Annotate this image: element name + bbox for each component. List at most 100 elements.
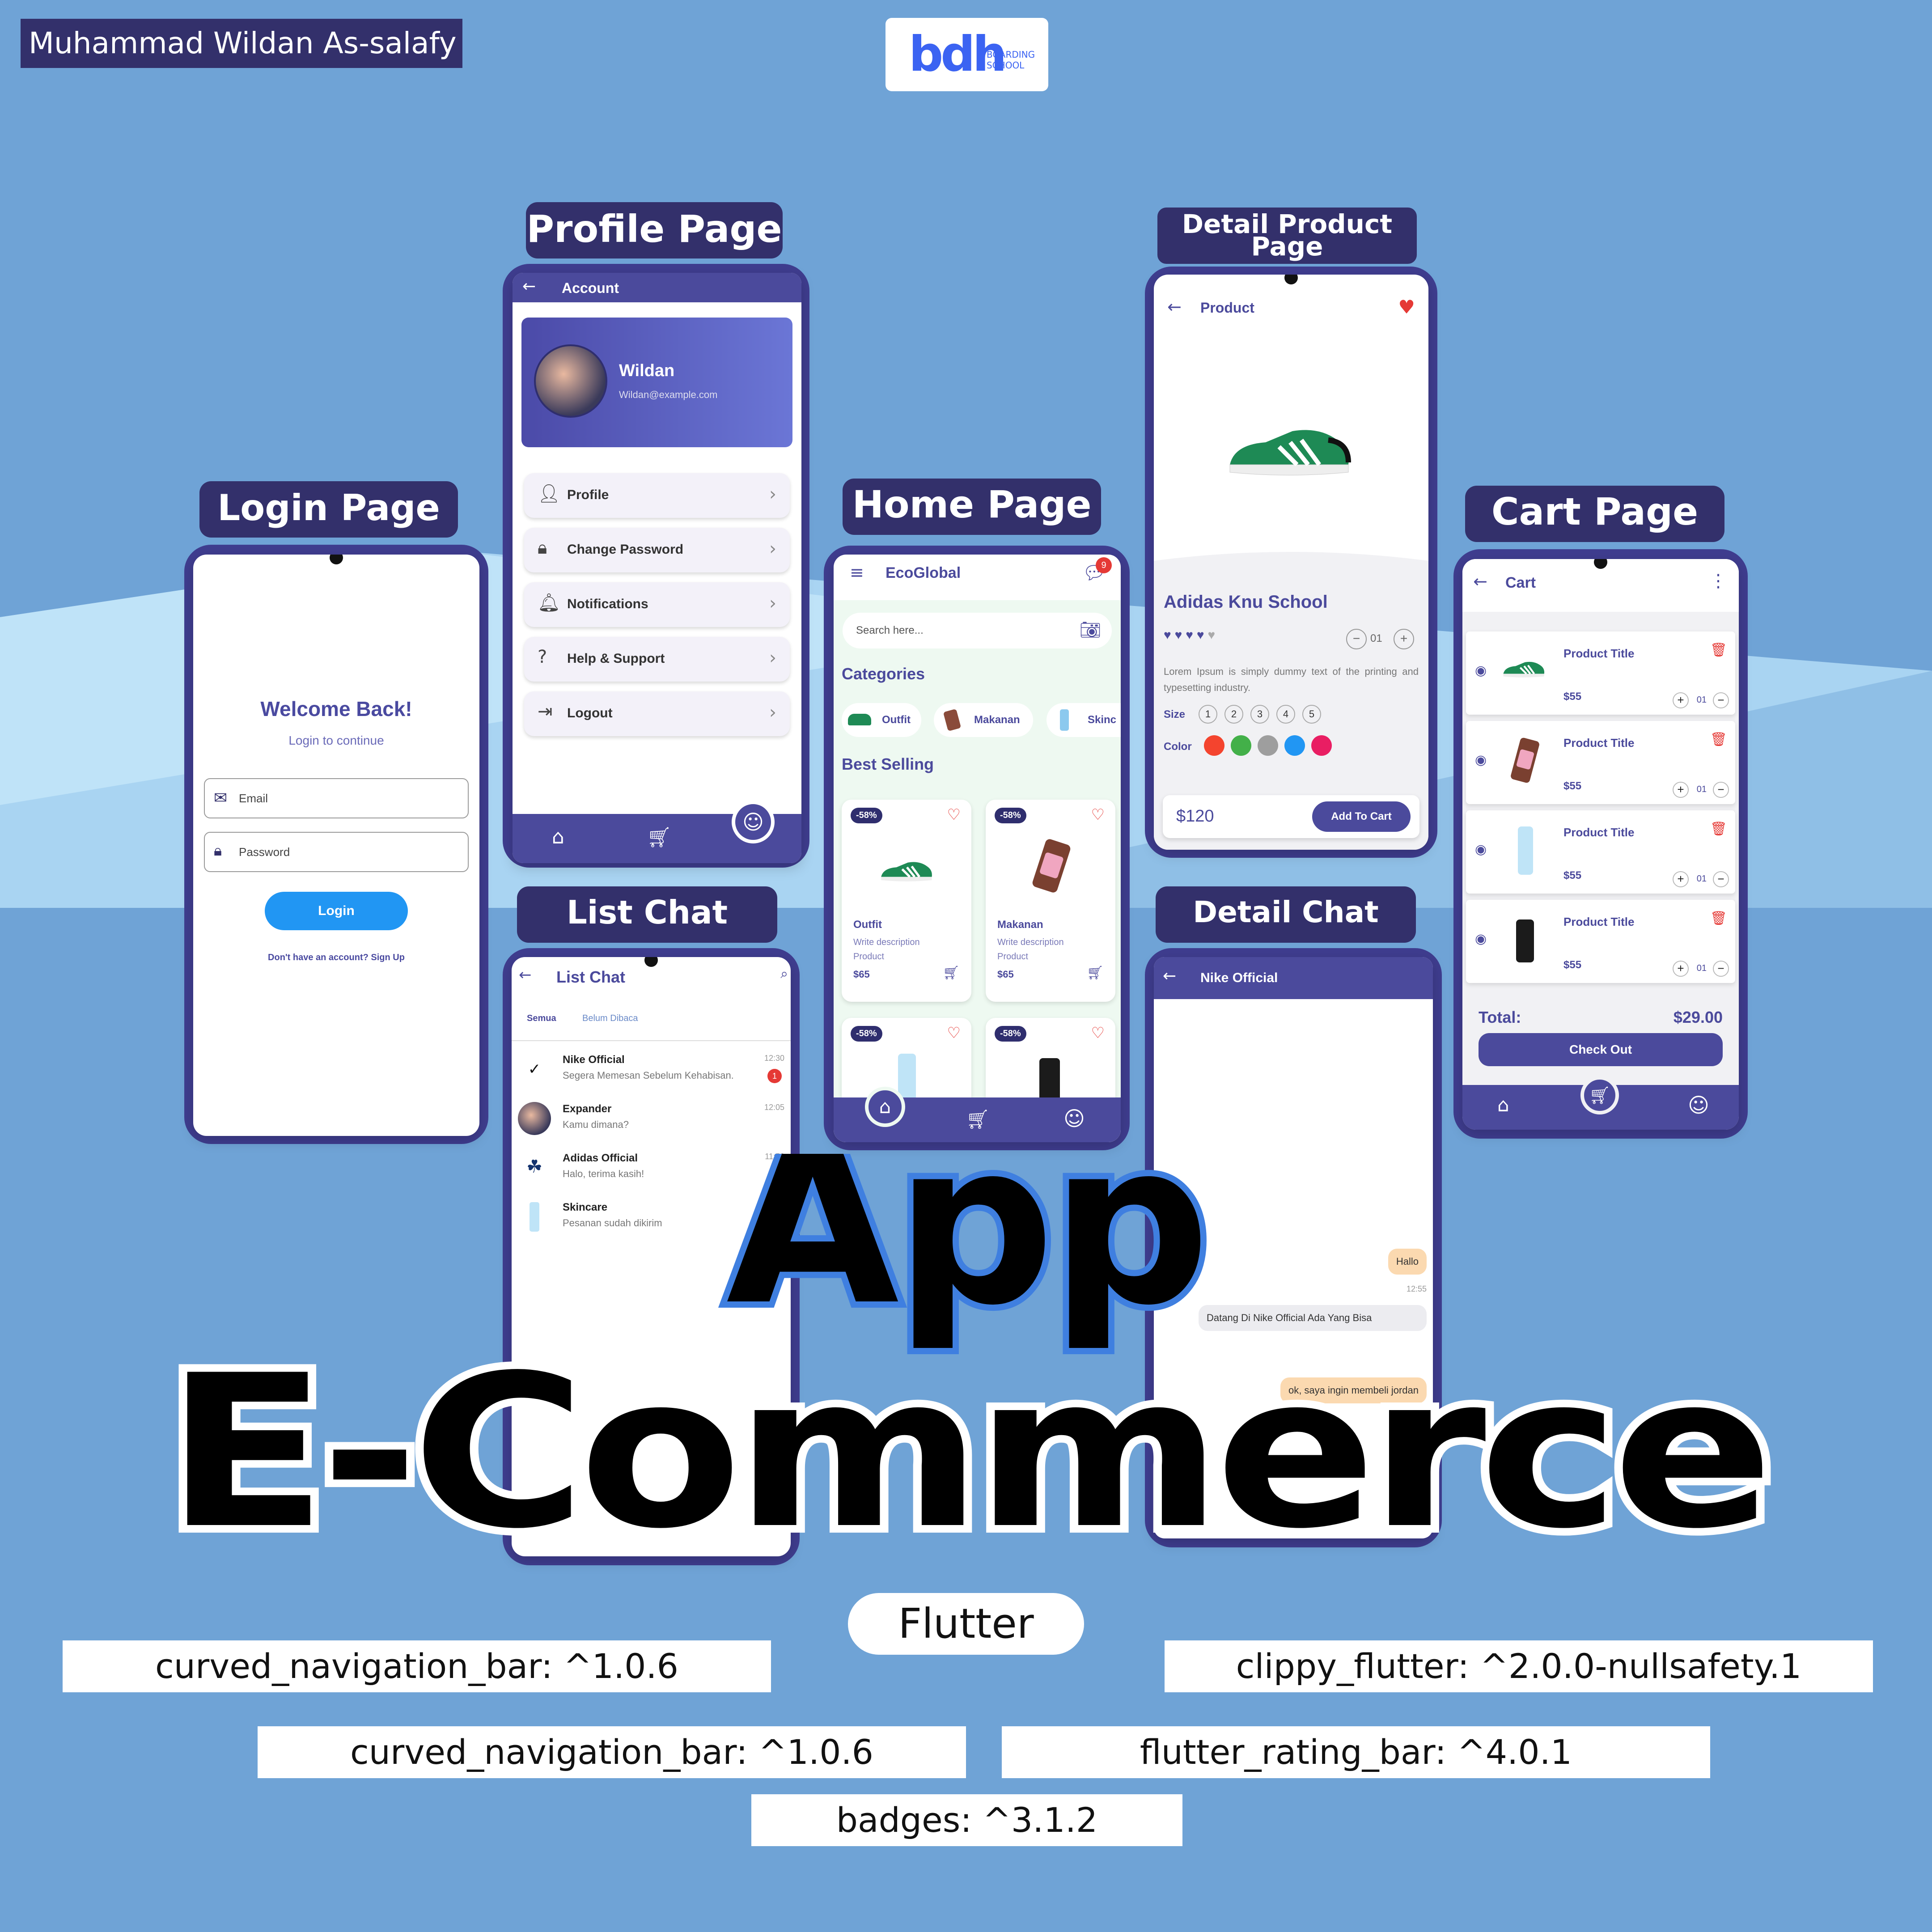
menu-item-logout[interactable]: ⇥ Logout ›: [524, 691, 790, 736]
signup-link[interactable]: Don't have an account? Sign Up: [193, 953, 479, 963]
favorite-heart-icon[interactable]: ♡: [947, 806, 961, 824]
tab-semua[interactable]: Semua: [527, 1013, 556, 1024]
camera-notch: [644, 957, 658, 967]
product-desc: Product: [997, 952, 1028, 962]
size-option[interactable]: 1: [1199, 705, 1217, 724]
color-option-red[interactable]: [1204, 735, 1224, 756]
account-icon[interactable]: ☺: [1063, 1106, 1085, 1131]
add-cart-icon[interactable]: 🛒︎: [1087, 965, 1104, 981]
login-button[interactable]: Login: [265, 892, 408, 930]
list-chat-header: List Chat: [556, 968, 626, 986]
menu-item-notifications[interactable]: 🔔︎ Notifications ›: [524, 582, 790, 627]
qty-plus-button[interactable]: +: [1673, 692, 1689, 708]
cart-item-title: Product Title: [1563, 915, 1635, 928]
favorite-heart-icon[interactable]: ♡: [1091, 1024, 1105, 1042]
password-field[interactable]: 🔒︎ Password: [204, 832, 469, 872]
size-options: 12345: [1199, 705, 1328, 724]
qty-plus-button[interactable]: +: [1673, 961, 1689, 977]
title-line2: E-Commerce: [165, 1330, 1767, 1575]
more-vert-icon[interactable]: ⋮: [1709, 571, 1727, 591]
qty-plus-button[interactable]: +: [1673, 782, 1689, 798]
qty-minus-button[interactable]: −: [1713, 782, 1729, 798]
radio-selected-icon[interactable]: ◉: [1475, 752, 1487, 768]
qty-minus-button[interactable]: −: [1346, 629, 1367, 649]
color-option-pink[interactable]: [1311, 735, 1332, 756]
lock-icon: 🔒︎: [538, 538, 547, 558]
add-cart-icon[interactable]: 🛒︎: [943, 965, 960, 981]
checkout-button[interactable]: Check Out: [1479, 1033, 1723, 1066]
email-field[interactable]: ✉ Email: [204, 778, 469, 818]
account-icon[interactable]: ☺: [1688, 1093, 1709, 1117]
radio-selected-icon[interactable]: ◉: [1475, 931, 1487, 947]
tab-belum-dibaca[interactable]: Belum Dibaca: [582, 1013, 638, 1024]
color-option-blue[interactable]: [1284, 735, 1305, 756]
category-chip-makanan[interactable]: Makanan: [934, 703, 1033, 737]
home-icon[interactable]: ⌂: [1497, 1094, 1509, 1116]
trash-icon[interactable]: 🗑︎: [1710, 642, 1727, 658]
skincare-icon: [1060, 709, 1069, 731]
bell-icon: 🔔︎: [538, 593, 560, 613]
qty-plus-button[interactable]: +: [1673, 871, 1689, 887]
back-arrow-icon[interactable]: ←: [1163, 967, 1176, 985]
favorite-heart-icon[interactable]: ♡: [947, 1024, 961, 1042]
trash-icon[interactable]: 🗑︎: [1710, 732, 1727, 747]
category-chip-skincare[interactable]: Skinc: [1046, 703, 1121, 737]
color-label: Color: [1164, 741, 1192, 753]
size-option[interactable]: 2: [1224, 705, 1243, 724]
product-card[interactable]: -58% ♡: [986, 1018, 1115, 1107]
size-option[interactable]: 5: [1302, 705, 1321, 724]
trash-icon[interactable]: 🗑︎: [1710, 911, 1727, 926]
radio-selected-icon[interactable]: ◉: [1475, 663, 1487, 678]
cart-bottom-nav: ⌂ 🛒︎ ☺: [1462, 1076, 1739, 1130]
size-option[interactable]: 4: [1276, 705, 1295, 724]
qty-plus-button[interactable]: +: [1394, 629, 1414, 649]
menu-item-change-password[interactable]: 🔒︎ Change Password ›: [524, 528, 790, 572]
snack-image: [1031, 838, 1072, 894]
qty-minus-button[interactable]: −: [1713, 692, 1729, 708]
phone-image: [1516, 919, 1534, 962]
price-bar: $120 Add To Cart: [1163, 795, 1419, 838]
product-card[interactable]: -58% ♡: [842, 1018, 971, 1107]
rating-stars[interactable]: ♥♥♥♥♥: [1164, 628, 1219, 642]
account-icon[interactable]: ☺: [732, 801, 775, 843]
detail-chat-page-label: Detail Chat Page: [1156, 886, 1416, 981]
star-icon: ♥: [1164, 628, 1175, 642]
back-arrow-icon[interactable]: ←: [522, 277, 536, 296]
color-option-grey[interactable]: [1258, 735, 1278, 756]
cart-item[interactable]: ◉ Product Title $55 🗑︎ + 01 −: [1466, 810, 1735, 894]
qty-minus-button[interactable]: −: [1713, 961, 1729, 977]
cart-icon[interactable]: 🛒︎: [966, 1108, 990, 1131]
home-icon[interactable]: ⌂: [865, 1087, 905, 1127]
cart-icon[interactable]: 🛒︎: [647, 826, 672, 849]
cart-item[interactable]: ◉ Product Title $55 🗑︎ + 01 −: [1466, 631, 1735, 715]
product-card[interactable]: -58% ♡ Makanan Write description Product…: [986, 800, 1115, 1002]
back-arrow-icon[interactable]: ←: [519, 966, 532, 984]
cart-icon[interactable]: 🛒︎: [1580, 1076, 1619, 1114]
menu-icon[interactable]: ≡: [850, 563, 864, 582]
product-card[interactable]: -58% ♡ Outfit Write description Product …: [842, 800, 971, 1002]
qty-minus-button[interactable]: −: [1713, 871, 1729, 887]
home-icon[interactable]: ⌂: [552, 826, 564, 848]
favorite-heart-icon[interactable]: ♥: [1398, 296, 1415, 318]
email-placeholder: Email: [239, 792, 268, 805]
trash-icon[interactable]: 🗑︎: [1710, 821, 1727, 837]
color-option-green[interactable]: [1231, 735, 1251, 756]
search-icon[interactable]: ⌕: [780, 966, 788, 982]
camera-icon[interactable]: 📷︎: [1080, 620, 1101, 640]
search-input[interactable]: Search here... 📷︎: [843, 613, 1112, 648]
size-option[interactable]: 3: [1250, 705, 1269, 724]
menu-item-profile[interactable]: 👤︎ Profile ›: [524, 473, 790, 518]
back-arrow-icon[interactable]: ←: [1167, 297, 1182, 317]
chat-item[interactable]: Expander Kamu dimana? 12:05: [512, 1094, 791, 1143]
add-to-cart-button[interactable]: Add To Cart: [1312, 801, 1411, 832]
framework-badge: Flutter: [848, 1593, 1084, 1655]
menu-item-help-support[interactable]: ? Help & Support ›: [524, 637, 790, 682]
cart-item[interactable]: ◉ Product Title $55 🗑︎ + 01 −: [1466, 900, 1735, 983]
radio-selected-icon[interactable]: ◉: [1475, 842, 1487, 857]
favorite-heart-icon[interactable]: ♡: [1091, 806, 1105, 824]
shoe-image: [881, 862, 932, 881]
cart-item[interactable]: ◉ Product Title $55 🗑︎ + 01 −: [1466, 721, 1735, 804]
category-chip-outfit[interactable]: Outfit: [842, 703, 921, 737]
chat-item[interactable]: ✓ Nike Official Segera Memesan Sebelum K…: [512, 1045, 791, 1094]
back-arrow-icon[interactable]: ←: [1473, 572, 1487, 591]
